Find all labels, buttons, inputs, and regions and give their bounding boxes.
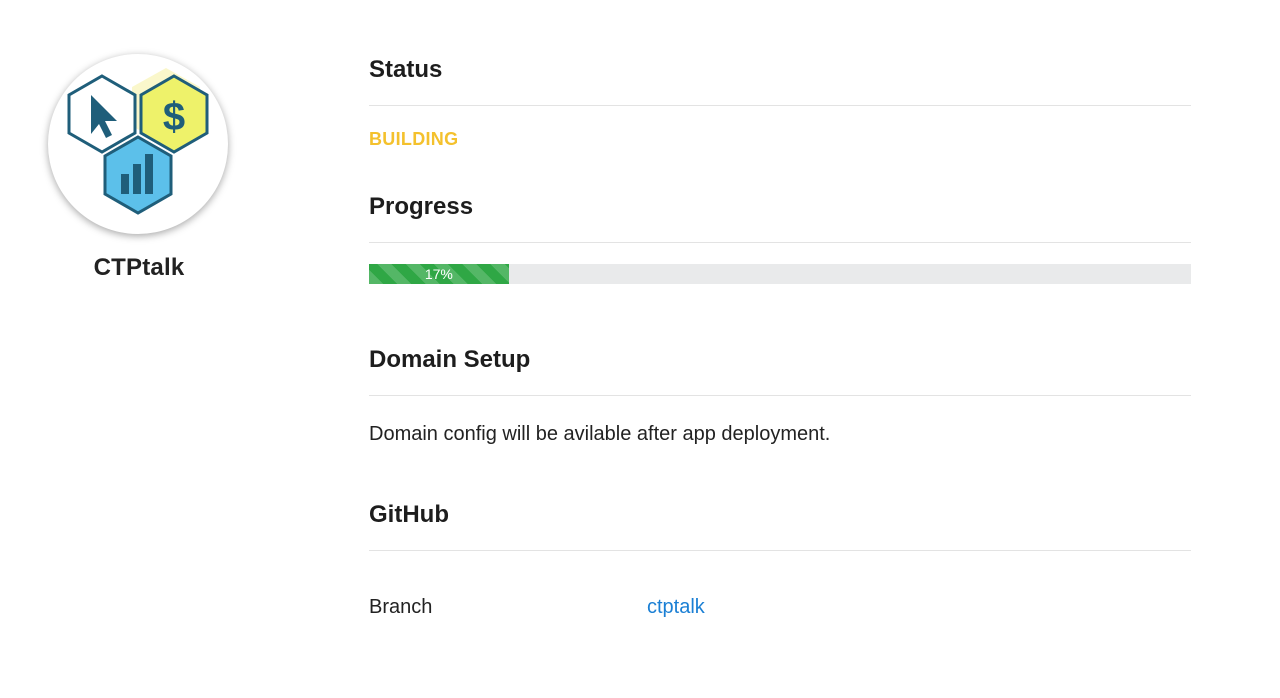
domain-divider xyxy=(369,395,1191,396)
progress-heading: Progress xyxy=(369,193,474,220)
domain-heading: Domain Setup xyxy=(369,346,531,373)
progress-bar-fill: 17% xyxy=(369,264,509,284)
status-heading: Status xyxy=(369,56,443,83)
branch-row: Branch ctptalk xyxy=(369,593,1191,621)
domain-section: Domain Setup Domain config will be avila… xyxy=(369,344,1191,448)
dollar-icon: $ xyxy=(163,95,185,139)
chart-hexagon xyxy=(103,135,173,215)
app-avatar: $ xyxy=(48,54,228,234)
progress-section: Progress 17% xyxy=(369,191,1191,284)
status-badge: BUILDING xyxy=(369,129,459,149)
ctptalk-hexagon-logo-icon: $ xyxy=(67,68,209,215)
status-divider xyxy=(369,105,1191,106)
github-heading: GitHub xyxy=(369,501,449,528)
branch-link[interactable]: ctptalk xyxy=(647,593,705,621)
github-divider xyxy=(369,550,1191,551)
domain-message: Domain config will be avilable after app… xyxy=(369,423,831,445)
app-details: Status BUILDING Progress 17% Domain Setu… xyxy=(369,54,1191,621)
branch-label: Branch xyxy=(369,596,433,618)
app-card: $ CTPtalk xyxy=(48,54,230,282)
progress-bar: 17% xyxy=(369,264,1191,284)
progress-divider xyxy=(369,242,1191,243)
github-section: GitHub Branch ctptalk xyxy=(369,499,1191,621)
app-detail-page: $ CTPtalk Status BUILDING Progress 17% D… xyxy=(0,0,1280,698)
status-section: Status BUILDING xyxy=(369,54,1191,151)
app-name: CTPtalk xyxy=(93,254,185,281)
cursor-hexagon xyxy=(67,74,137,154)
